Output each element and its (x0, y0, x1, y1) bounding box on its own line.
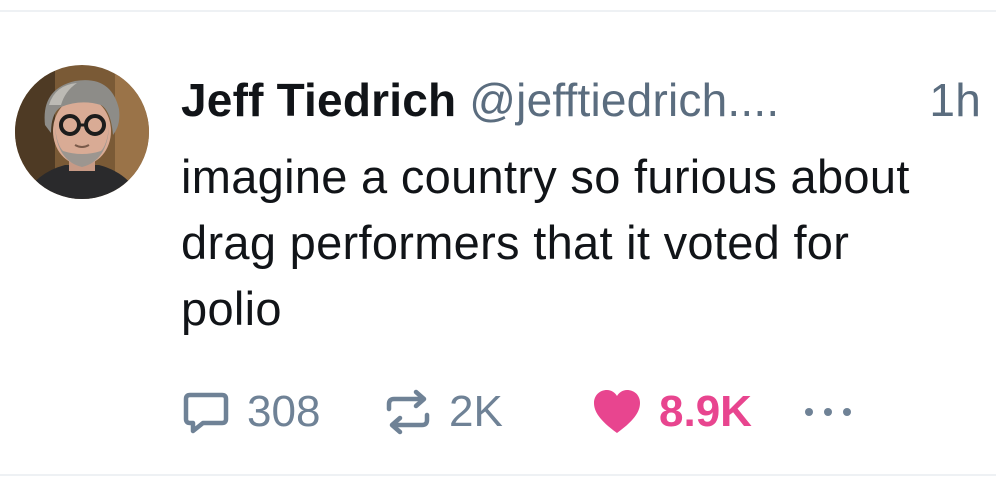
like-count: 8.9K (659, 387, 752, 436)
reply-count: 308 (247, 387, 321, 436)
author-name[interactable]: Jeff Tiedrich (181, 74, 456, 126)
post[interactable]: Jeff Tiedrich @jefftiedrich.... 1h imagi… (0, 12, 996, 474)
speech-bubble-icon (183, 392, 229, 434)
reply-button[interactable]: 308 (181, 384, 320, 440)
ellipsis-icon (805, 408, 851, 416)
post-header: Jeff Tiedrich @jefftiedrich.... 1h (181, 68, 991, 132)
divider-bottom (0, 474, 996, 476)
heart-icon (594, 390, 640, 433)
post-text: imagine a country so furious about drag … (181, 150, 910, 335)
repost-count: 2K (449, 387, 503, 436)
author-avatar[interactable] (15, 65, 149, 199)
avatar-photo (15, 65, 149, 199)
repost-arrows-icon (386, 389, 430, 435)
post-timestamp[interactable]: 1h (929, 68, 981, 132)
repost-button[interactable]: 2K (383, 384, 503, 440)
like-button[interactable]: 8.9K (591, 384, 752, 440)
post-actions: 308 2K 8.9K (181, 384, 881, 440)
author-handle[interactable]: @jefftiedrich.... (469, 74, 779, 126)
more-options-button[interactable] (801, 384, 861, 440)
